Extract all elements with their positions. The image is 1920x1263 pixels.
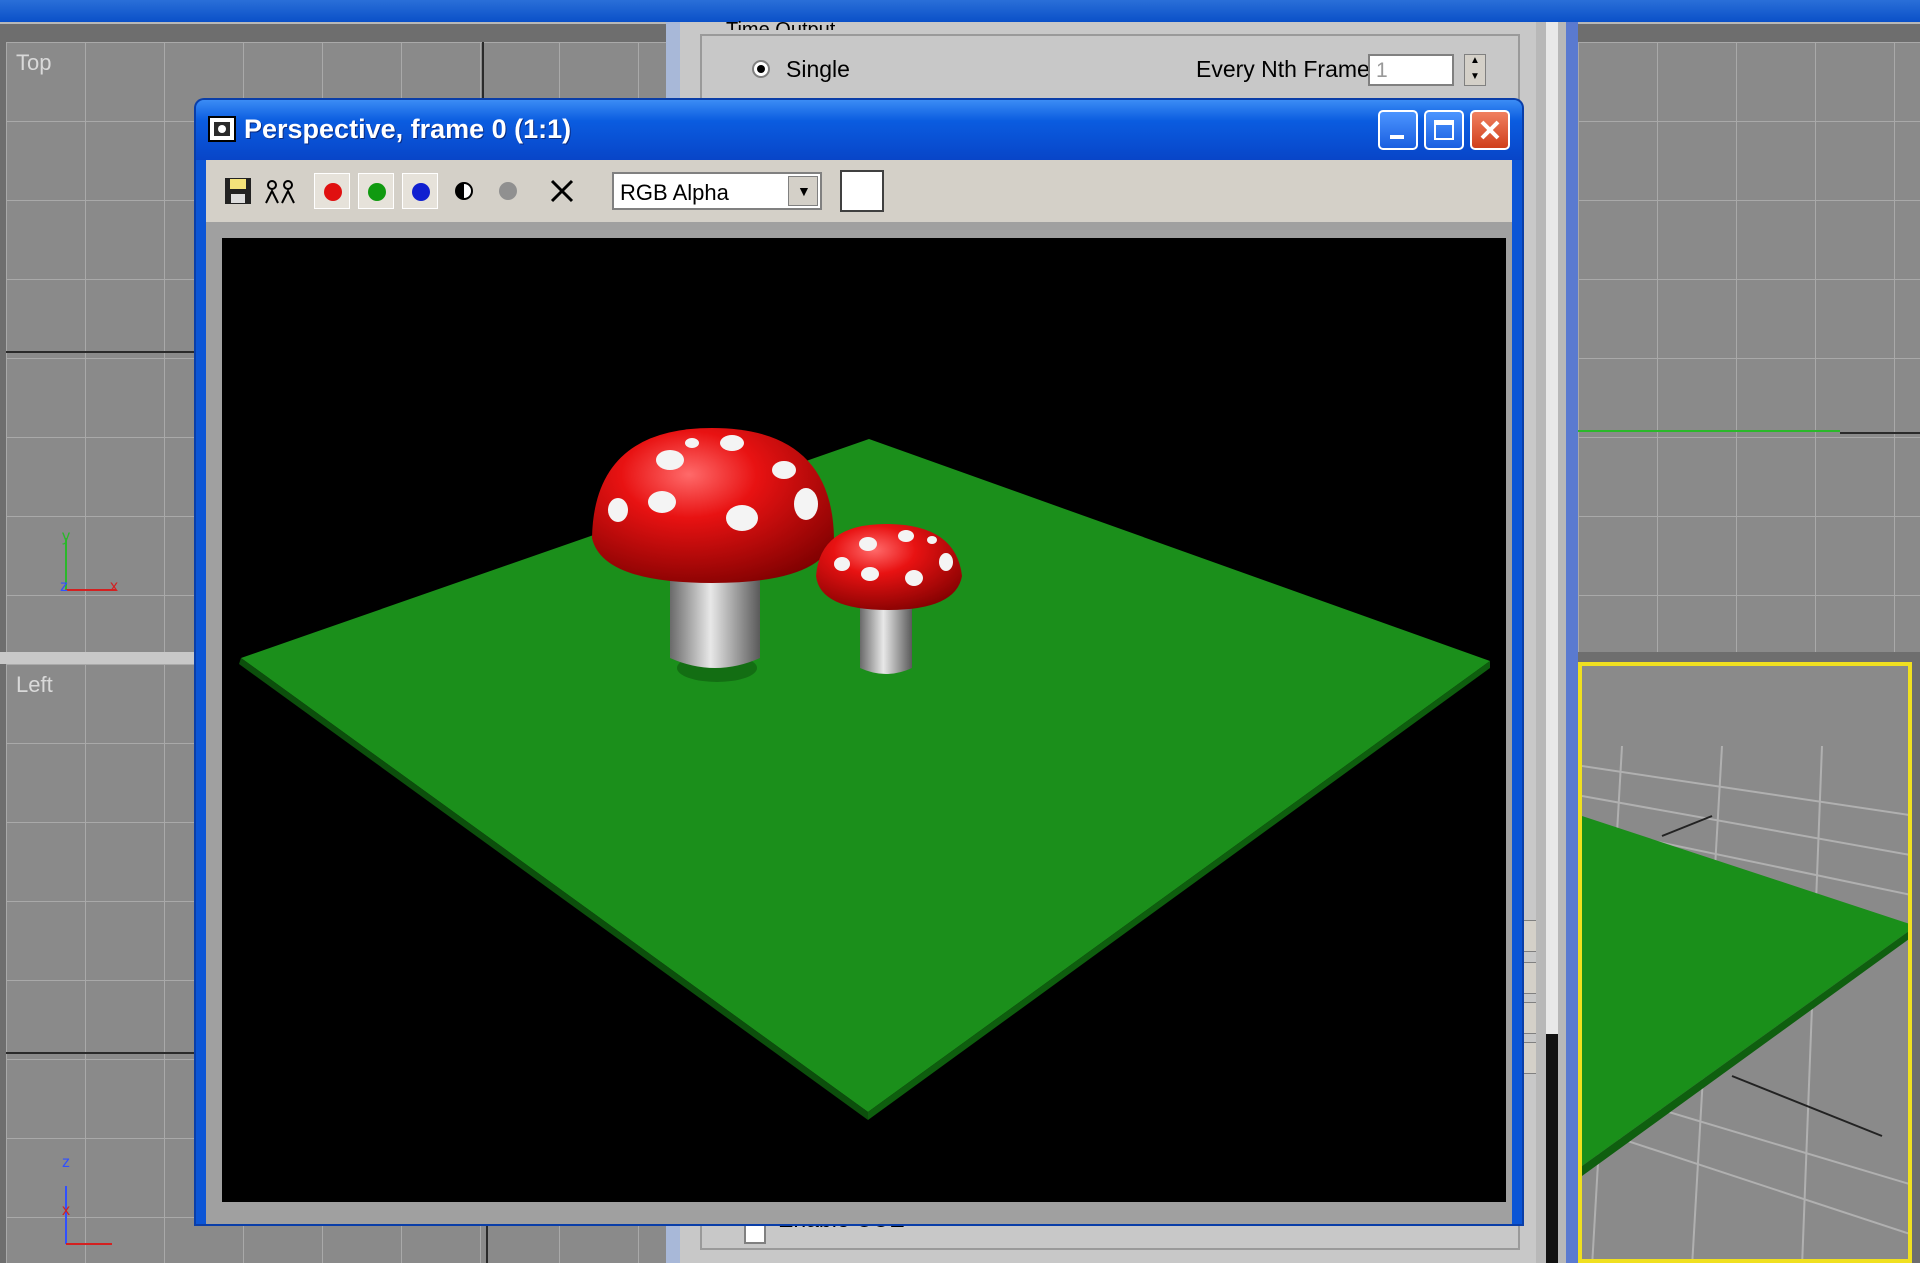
nth-frame-input[interactable]: 1 [1368, 54, 1454, 86]
axis-z-label: z [60, 578, 68, 595]
save-icon [225, 178, 251, 204]
save-image-button[interactable] [220, 173, 256, 209]
close-button[interactable] [1470, 110, 1510, 150]
rendered-scene [239, 428, 1490, 1120]
perspective-viewport-scene [1582, 745, 1908, 1259]
background-color-swatch[interactable] [840, 170, 884, 212]
minimize-icon [1390, 135, 1404, 139]
single-radio-label: Single [786, 56, 850, 82]
right-scrollbar-dark [1546, 1034, 1558, 1263]
red-channel-icon [324, 183, 342, 201]
rendered-image [222, 238, 1506, 1202]
clear-icon [550, 179, 574, 203]
monochrome-toggle[interactable] [446, 173, 482, 209]
blue-channel-toggle[interactable] [402, 173, 438, 209]
mono-icon [455, 182, 473, 200]
right-top-viewport[interactable] [1578, 42, 1920, 652]
left-viewport-label: Left [16, 672, 53, 697]
spinner-down-icon: ▼ [1470, 71, 1480, 82]
render-toolbar: RGB Alpha ▼ [206, 160, 1512, 224]
alpha-channel-toggle[interactable] [490, 173, 526, 209]
channel-dropdown-value: RGB Alpha [620, 180, 729, 205]
single-radio-dot [757, 65, 765, 73]
channel-dropdown-button[interactable]: ▼ [788, 176, 818, 206]
nth-frame-label: Every Nth Frame: [1196, 56, 1377, 82]
axis-y-label: y [62, 528, 70, 545]
right-scrollbar[interactable] [1546, 22, 1558, 1034]
green-channel-toggle[interactable] [358, 173, 394, 209]
render-frame-icon [208, 116, 236, 142]
nth-frame-value: 1 [1376, 59, 1388, 82]
render-window-titlebar[interactable]: Perspective, frame 0 (1:1) [196, 100, 1522, 160]
red-channel-toggle[interactable] [314, 173, 350, 209]
blue-divider [1566, 22, 1578, 1263]
close-icon [1480, 120, 1500, 140]
left-axis-line-v [486, 1224, 488, 1263]
channel-dropdown[interactable]: RGB Alpha ▼ [612, 172, 822, 210]
chevron-down-icon: ▼ [797, 183, 811, 199]
nth-frame-spinner[interactable]: ▲ ▼ [1464, 54, 1486, 86]
alpha-icon [499, 182, 517, 200]
render-canvas-frame [206, 222, 1512, 1224]
rt-axis-black [1840, 432, 1920, 434]
minimize-button[interactable] [1378, 110, 1418, 150]
blue-channel-icon [412, 183, 430, 201]
green-channel-icon [368, 183, 386, 201]
maximize-button[interactable] [1424, 110, 1464, 150]
clone-window-button[interactable] [262, 173, 298, 209]
app-titlebar [0, 0, 1920, 24]
axis-x-label: x [110, 578, 118, 595]
top-viewport-label: Top [16, 50, 52, 75]
single-radio[interactable] [752, 60, 770, 78]
axis-z-label-left: z [62, 1154, 70, 1171]
axis-x-label-left: x [62, 1202, 70, 1219]
time-output-group-label: Time Output [726, 19, 836, 30]
enable-checkbox[interactable] [744, 1222, 766, 1244]
clone-icon [265, 180, 295, 204]
maximize-icon [1434, 120, 1454, 140]
perspective-viewport[interactable] [1578, 662, 1912, 1263]
clear-button[interactable] [544, 173, 580, 209]
small-mushroom-stem [860, 608, 912, 674]
render-window-title: Perspective, frame 0 (1:1) [244, 114, 572, 144]
rendered-frame-window: Perspective, frame 0 (1:1) RGB Alpha ▼ [196, 100, 1522, 1224]
rt-axis-green [1578, 430, 1840, 432]
spinner-up-icon: ▲ [1470, 55, 1480, 66]
